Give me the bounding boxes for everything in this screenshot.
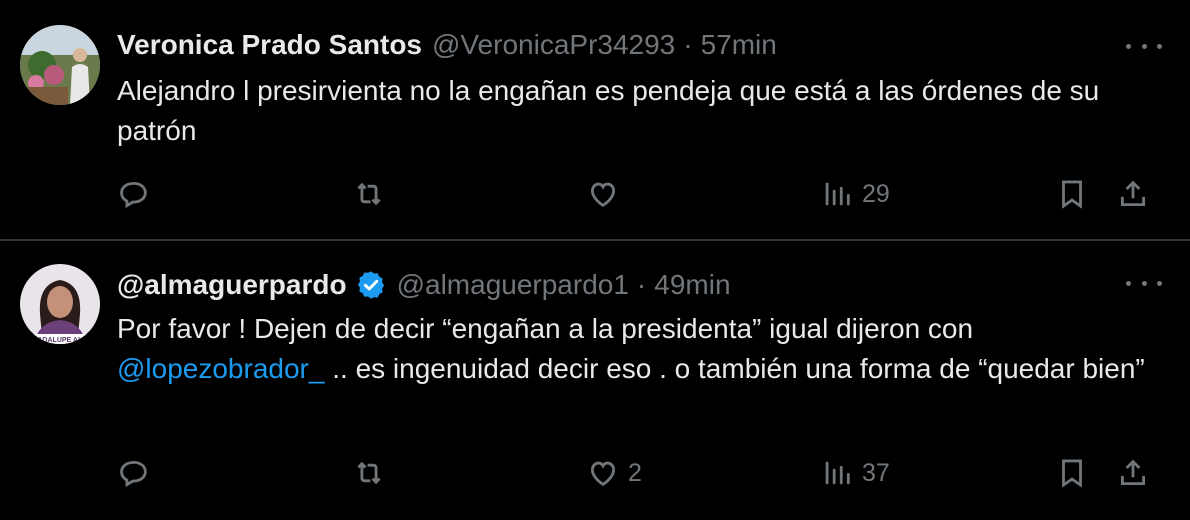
mention-link[interactable]: @lopezobrador_ <box>117 353 324 384</box>
verified-badge-icon[interactable] <box>355 269 387 301</box>
avatar[interactable]: GUADALUPE ALMA <box>20 264 100 344</box>
view-count: 37 <box>862 458 890 487</box>
heart-icon <box>590 461 616 486</box>
tweet[interactable]: GUADALUPE ALMA @almaguerpardo @almaguerp… <box>0 241 1190 520</box>
bookmark-button[interactable] <box>1055 172 1089 216</box>
share-button[interactable] <box>1116 172 1150 216</box>
view-count: 29 <box>862 179 890 208</box>
display-name[interactable]: @almaguerpardo <box>117 269 347 301</box>
views-button[interactable]: 37 <box>820 451 890 495</box>
share-icon <box>1120 459 1146 486</box>
tweet-text-part: Por favor ! Dejen de decir “engañan a la… <box>117 313 974 344</box>
repost-icon <box>357 182 381 206</box>
views-button[interactable]: 29 <box>820 172 890 216</box>
share-icon <box>1120 180 1146 207</box>
reply-button[interactable] <box>117 451 159 495</box>
like-count: 2 <box>628 458 642 487</box>
user-handle[interactable]: @VeronicaPr34293 <box>432 29 675 61</box>
separator-dot: · <box>683 29 693 60</box>
avatar[interactable] <box>20 25 100 105</box>
tweet-text: Por favor ! Dejen de decir “engañan a la… <box>117 309 1157 389</box>
user-handle[interactable]: @almaguerpardo1 <box>397 269 629 301</box>
bookmark-icon <box>1062 180 1082 209</box>
repost-button[interactable] <box>352 172 394 216</box>
timestamp[interactable]: 57min <box>701 29 777 61</box>
reply-icon <box>120 460 147 488</box>
action-bar: 29 <box>0 172 1190 216</box>
avatar-photo: GUADALUPE ALMA <box>20 264 100 344</box>
reply-feed: Veronica Prado Santos @VeronicaPr34293 ·… <box>0 0 1190 520</box>
reply-button[interactable] <box>117 172 159 216</box>
like-button[interactable]: 2 <box>586 451 642 495</box>
bookmark-button[interactable] <box>1055 451 1089 495</box>
tweet-text-part: .. es ingenuidad decir eso . o también u… <box>324 353 1145 384</box>
more-options-icon[interactable] <box>1126 34 1162 58</box>
tweet[interactable]: Veronica Prado Santos @VeronicaPr34293 ·… <box>0 0 1190 240</box>
bookmark-icon <box>1062 459 1082 488</box>
tweet-header: @almaguerpardo @almaguerpardo1 · 49min <box>117 267 731 303</box>
timestamp[interactable]: 49min <box>654 269 730 301</box>
separator-dot: · <box>636 269 647 300</box>
repost-button[interactable] <box>352 451 394 495</box>
share-button[interactable] <box>1116 451 1150 495</box>
action-bar: 2 37 <box>0 451 1190 495</box>
tweet-text: Alejandro l presirvienta no la engañan e… <box>117 75 1100 146</box>
heart-icon <box>590 182 616 207</box>
views-icon <box>825 182 850 206</box>
like-button[interactable] <box>586 172 628 216</box>
more-options-icon[interactable] <box>1126 271 1162 295</box>
repost-icon <box>357 461 381 485</box>
display-name[interactable]: Veronica Prado Santos <box>117 29 422 61</box>
avatar-photo <box>20 25 100 105</box>
reply-icon <box>120 181 147 209</box>
tweet-header: Veronica Prado Santos @VeronicaPr34293 ·… <box>117 27 777 63</box>
avatar-caption: GUADALUPE ALMA <box>27 337 93 344</box>
views-icon <box>825 461 850 485</box>
